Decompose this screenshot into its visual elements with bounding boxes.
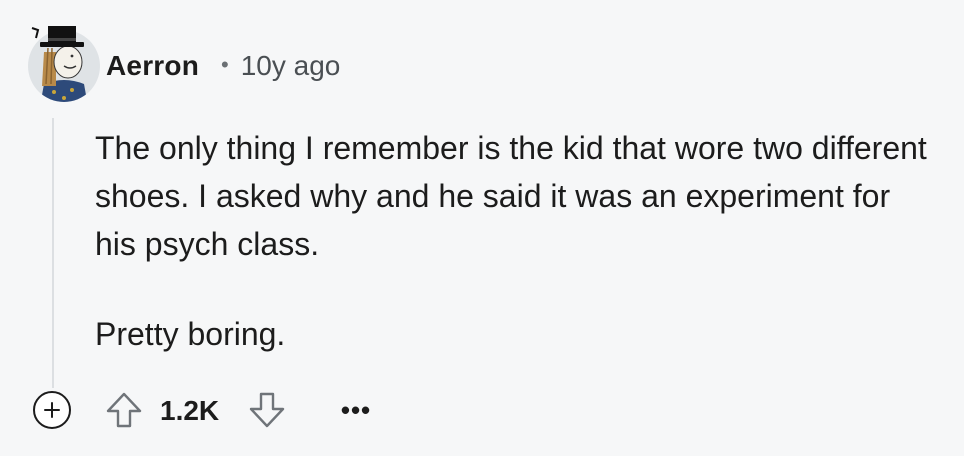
upvote-button[interactable]	[104, 390, 144, 430]
timestamp[interactable]: 10y ago	[241, 50, 341, 82]
comment: Aerron • 10y ago The only thing I rememb…	[0, 0, 964, 456]
avatar[interactable]	[26, 26, 102, 102]
more-options-button[interactable]: •••	[336, 394, 376, 425]
ellipsis-icon: •••	[340, 394, 372, 425]
plus-icon	[44, 402, 60, 418]
comment-header: Aerron • 10y ago	[106, 48, 340, 84]
arrow-up-icon	[106, 392, 142, 428]
downvote-button[interactable]	[247, 390, 287, 430]
vote-score: 1.2K	[160, 395, 220, 426]
comment-paragraph: Pretty boring.	[95, 316, 286, 352]
comment-actions: 1.2K •••	[0, 388, 964, 432]
comment-paragraph: The only thing I remember is the kid tha…	[95, 130, 927, 262]
author-name[interactable]: Aerron	[106, 50, 199, 82]
comment-body: The only thing I remember is the kid tha…	[95, 124, 935, 358]
thread-line[interactable]	[52, 118, 54, 388]
arrow-down-icon	[249, 392, 285, 428]
expand-thread-button[interactable]	[33, 391, 71, 429]
meta-separator: •	[221, 52, 229, 77]
avatar-image	[28, 26, 100, 102]
